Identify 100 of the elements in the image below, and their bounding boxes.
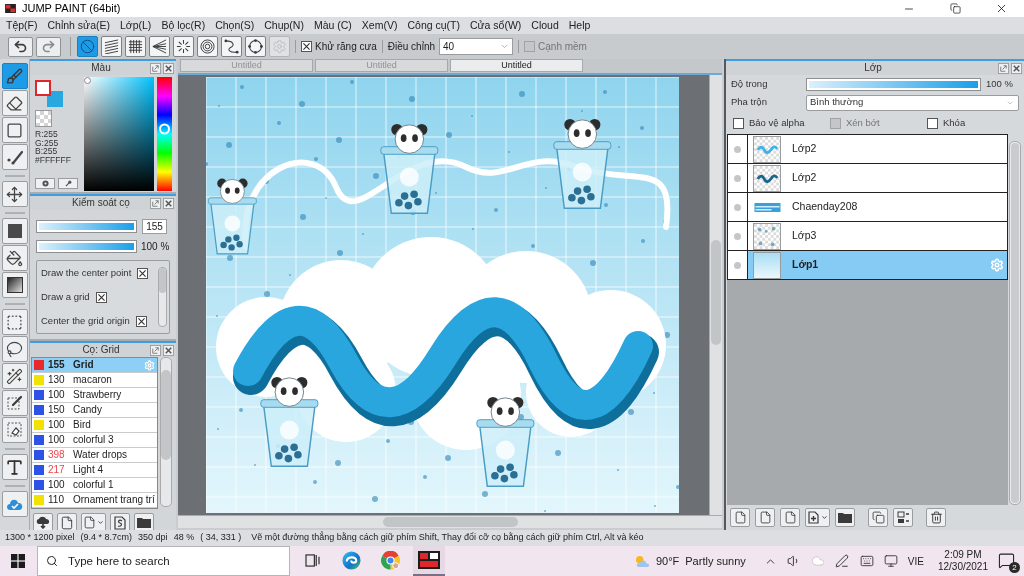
scrollbar[interactable] (178, 515, 722, 528)
menu-item[interactable]: Cloud (526, 20, 564, 31)
picker-thumb-icon[interactable] (84, 77, 91, 84)
keyboard-icon[interactable] (858, 554, 875, 568)
tool-button[interactable] (1, 390, 28, 416)
ruler-button[interactable] (149, 36, 170, 57)
menu-item[interactable]: Cửa sổ(W) (464, 20, 527, 31)
tool-button[interactable] (1, 218, 28, 244)
close-icon[interactable] (163, 197, 174, 209)
tool-button[interactable] (1, 144, 28, 170)
close-icon[interactable] (163, 62, 174, 74)
scrollbar[interactable] (160, 357, 172, 507)
layer-row[interactable]: Lớp1 (727, 250, 1008, 280)
tool-button[interactable] (1, 363, 28, 389)
menu-item[interactable]: Lớp(L) (114, 20, 157, 31)
folder-button[interactable] (835, 508, 855, 527)
close-icon[interactable] (163, 344, 174, 356)
merge-layer-button[interactable] (893, 508, 913, 527)
secondary-color-swatch[interactable] (47, 91, 63, 107)
scrollbar-thumb[interactable] (383, 517, 518, 527)
blend-dropdown[interactable]: Bình thường (806, 94, 1019, 111)
menu-item[interactable]: Chụp(N) (259, 20, 309, 31)
document-tab[interactable]: Untitled (450, 59, 583, 72)
pop-out-icon[interactable] (150, 197, 161, 209)
new-layer-button[interactable] (730, 508, 750, 527)
brush-list-item[interactable]: 100 Bird (32, 418, 157, 433)
duplicate-layer-button[interactable] (868, 508, 888, 527)
brush-list-item[interactable]: 155 Grid (32, 358, 157, 373)
menu-item[interactable]: Màu (C) (308, 20, 357, 31)
scrollbar-thumb[interactable] (161, 370, 171, 460)
brush-list-item[interactable]: 130 macaron (32, 373, 157, 388)
pop-out-icon[interactable] (150, 344, 161, 356)
scrollbar-thumb[interactable] (159, 268, 166, 293)
checkbox[interactable] (733, 117, 744, 129)
checkbox[interactable] (301, 41, 312, 52)
brush-list-item[interactable]: 217 Light 4 (32, 463, 157, 478)
brush-list-item[interactable]: 110 Ornament trang trí (32, 493, 157, 508)
ruler-button[interactable] (245, 36, 266, 57)
checkbox[interactable] (95, 291, 107, 303)
ruler-button[interactable] (125, 36, 146, 57)
hue-slider-thumb[interactable] (159, 123, 170, 135)
menu-item[interactable]: Xem(V) (356, 20, 403, 31)
clock-date[interactable]: 12/30/2021 (937, 561, 988, 573)
scrollbar-thumb[interactable] (711, 240, 721, 345)
delete-layer-button[interactable] (926, 508, 946, 527)
tool-button[interactable] (1, 272, 28, 298)
checkbox[interactable] (137, 267, 149, 279)
tool-button[interactable] (1, 90, 28, 116)
scrollbar[interactable] (709, 75, 722, 515)
menu-item[interactable]: Bộ lọc(R) (156, 20, 211, 31)
pen-icon[interactable] (834, 554, 849, 568)
scrollbar[interactable] (158, 267, 167, 327)
tool-button[interactable] (1, 417, 28, 443)
ruler-button[interactable] (221, 36, 242, 57)
close-icon[interactable] (1011, 62, 1022, 74)
tool-button[interactable] (1, 63, 28, 89)
undo-button[interactable] (8, 36, 33, 57)
palette-button[interactable] (35, 178, 55, 189)
size-field[interactable]: 155 (142, 219, 167, 234)
ruler-button[interactable] (101, 36, 122, 57)
ruler-button[interactable] (173, 36, 194, 57)
brush-list-item[interactable]: 100 colorful 3 (32, 433, 157, 448)
monitor-icon[interactable] (883, 554, 898, 568)
pop-out-icon[interactable] (150, 62, 161, 74)
menu-item[interactable]: Công cụ(T) (402, 20, 465, 31)
layer-row[interactable]: Chaenday208 (727, 192, 1008, 222)
new-8bit-layer-button[interactable] (755, 508, 775, 527)
eyedropper-button[interactable] (58, 178, 78, 189)
clock-time[interactable]: 2:09 PM (944, 549, 982, 561)
transparent-swatch-icon[interactable] (35, 110, 52, 127)
ruler-button[interactable] (197, 36, 218, 57)
weather-condition[interactable]: Partly sunny (685, 552, 746, 570)
brush-list-item[interactable]: 150 Candy (32, 403, 157, 418)
search-field[interactable]: Type here to search (37, 546, 290, 576)
tool-button[interactable] (1, 336, 28, 362)
menu-item[interactable]: Chọn(S) (210, 20, 260, 31)
pop-out-icon[interactable] (998, 62, 1009, 74)
notification-icon[interactable] (998, 552, 1015, 569)
color-picker-field[interactable] (84, 77, 154, 191)
checkbox[interactable] (135, 315, 147, 327)
new-1bit-layer-button[interactable] (780, 508, 800, 527)
primary-color-swatch[interactable] (35, 80, 51, 96)
menu-item[interactable]: Chỉnh sửa(E) (42, 20, 115, 31)
tool-button[interactable] (1, 454, 28, 480)
correction-dropdown[interactable]: 40 (439, 38, 514, 55)
tool-button[interactable] (1, 245, 28, 271)
layer-row[interactable]: Lớp2 (727, 134, 1008, 164)
menu-item[interactable]: Help (563, 20, 596, 31)
menu-item[interactable]: Tệp(F) (1, 20, 43, 31)
brush-list-item[interactable]: 398 Water drops (32, 448, 157, 463)
tool-button[interactable] (1, 181, 28, 207)
brush-list-item[interactable]: 100 colorful 1 (32, 478, 157, 493)
checkbox[interactable] (927, 117, 938, 129)
language-indicator[interactable]: VIE (907, 553, 924, 569)
taskbar-app-button[interactable] (413, 546, 445, 576)
layer-row[interactable]: Lớp3 (727, 221, 1008, 251)
brush-list-item[interactable]: 100 Strawberry (32, 388, 157, 403)
four-squares-icon[interactable] (11, 554, 25, 568)
layer-row[interactable]: Lớp2 (727, 163, 1008, 193)
weather-temperature[interactable]: 90°F (655, 552, 680, 570)
